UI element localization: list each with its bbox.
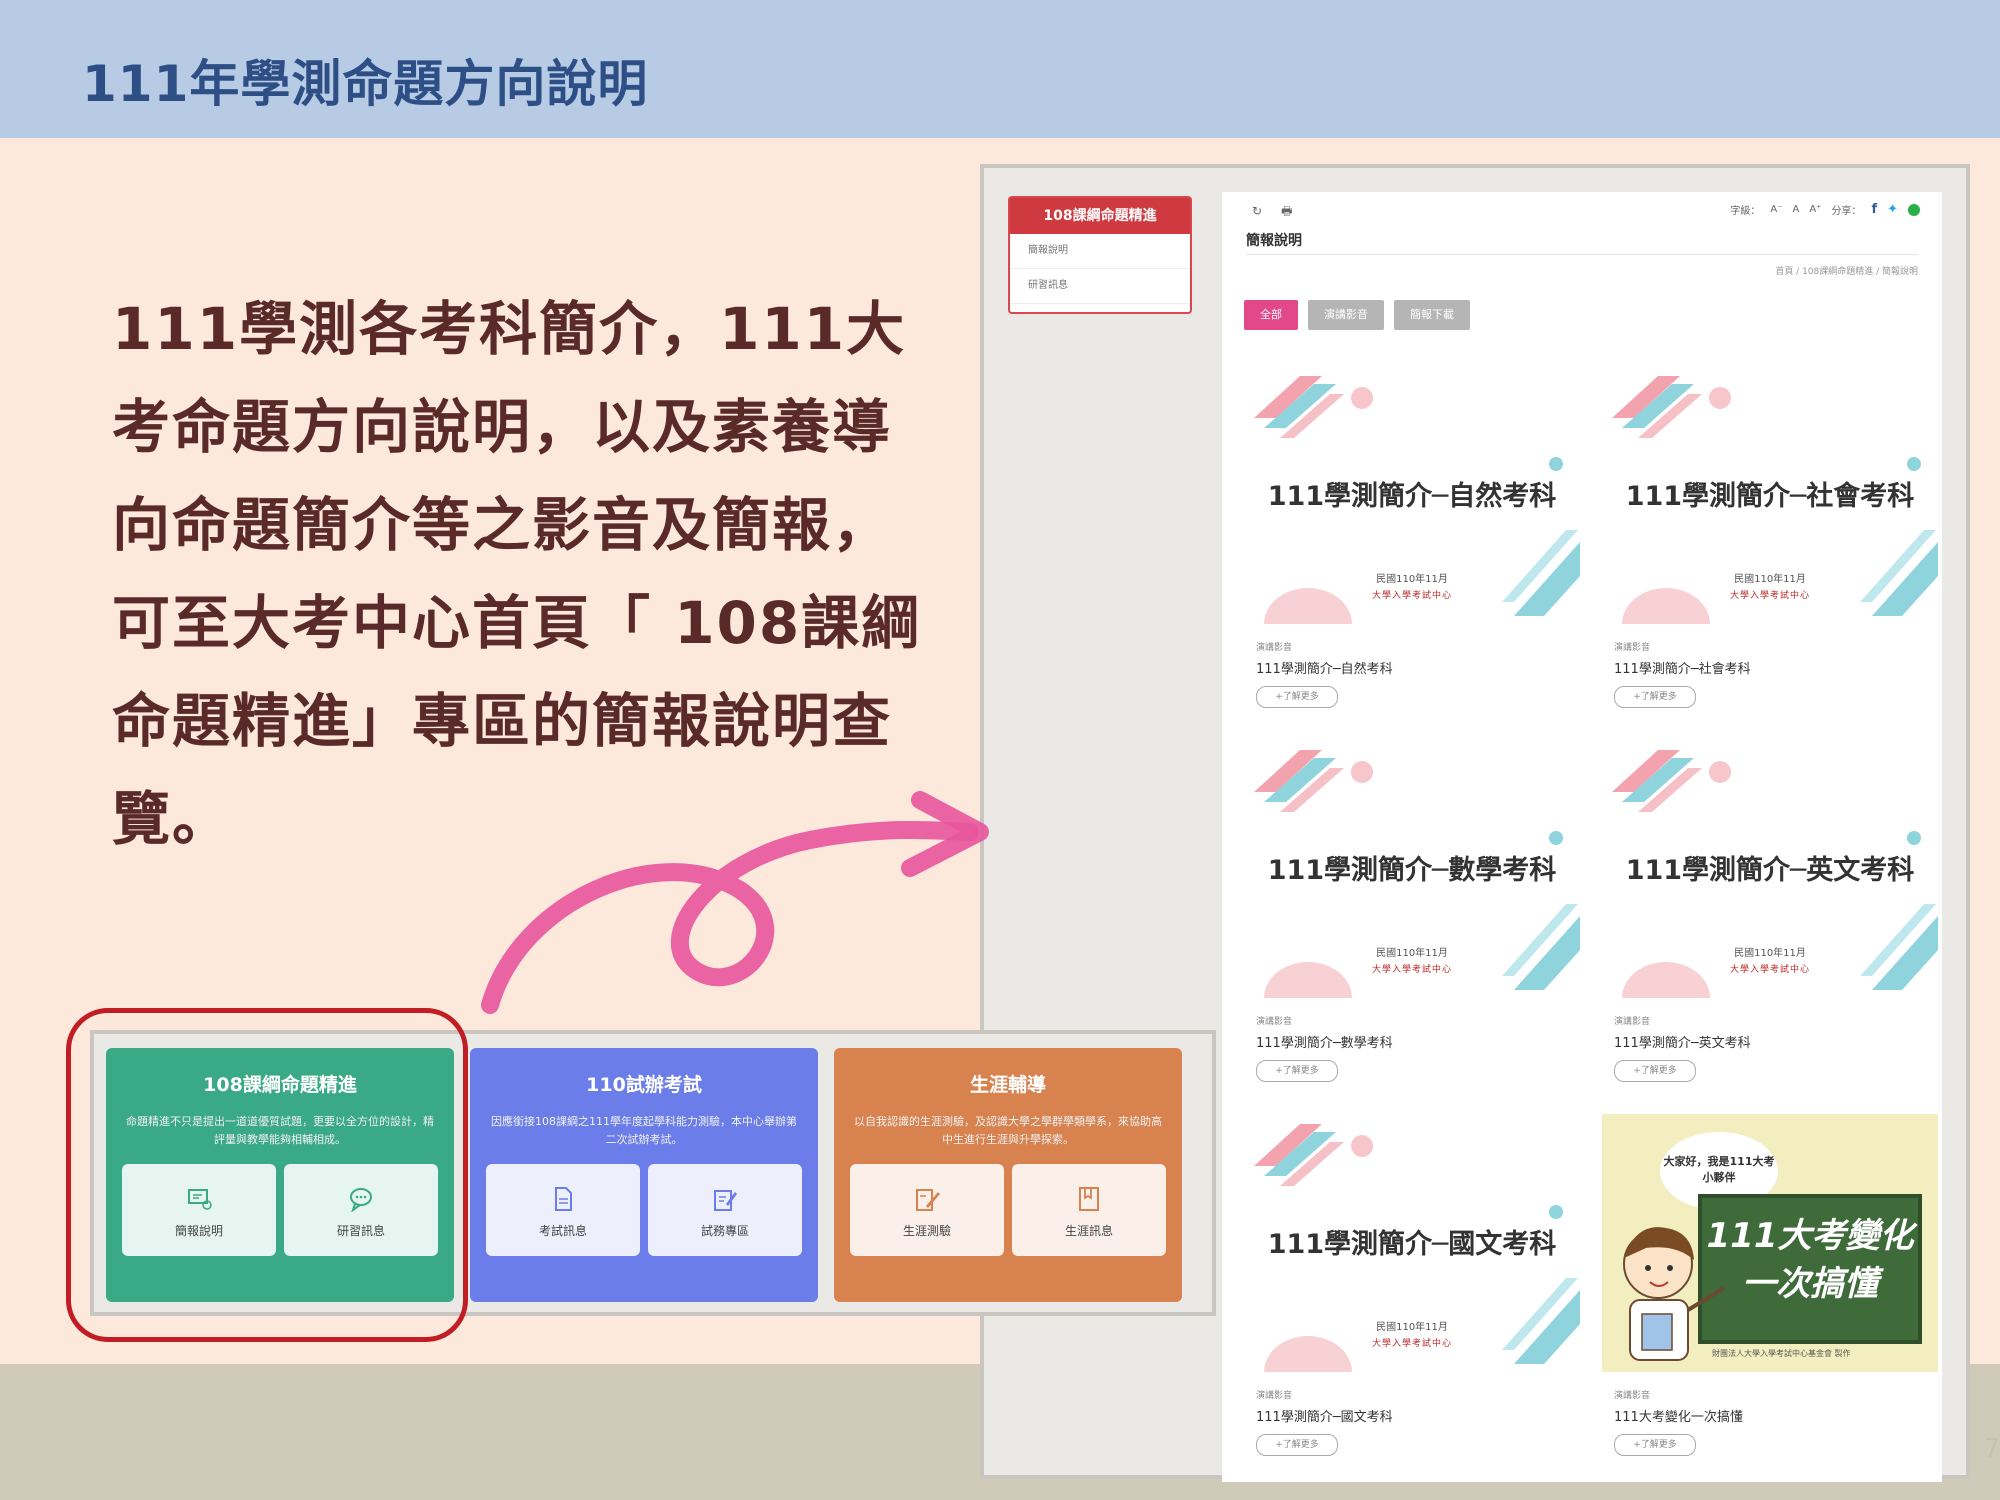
thumbnail-title: 111學測簡介─國文考科 [1267,1229,1557,1260]
thumbnail-date: 民國110年11月 [1376,1322,1448,1333]
filter-all[interactable]: 全部 [1244,300,1298,330]
card-thumbnail[interactable]: 111學測簡介─自然考科 民國110年11月 大學入學考試中心 [1244,366,1580,624]
share-label: 分享： [1831,206,1862,217]
content-card[interactable]: 111學測簡介─數學考科 民國110年11月 大學入學考試中心 演講影音 111… [1244,740,1580,1110]
card-title[interactable]: 111學測簡介─數學考科 [1256,1032,1393,1051]
panel-description: 以自我認識的生涯測驗，及認識大學之學群學類學系，來協助高中生進行生涯與升學探索。 [854,1115,1162,1146]
content-card[interactable]: 111學測簡介─英文考科 民國110年11月 大學入學考試中心 演講影音 111… [1602,740,1938,1110]
thumbnail-logo: 大學入學考試中心 [1729,591,1810,601]
page-number: 7 [1983,1434,2000,1464]
card-title[interactable]: 111學測簡介─社會考科 [1614,658,1751,677]
arrow-icon [481,791,989,1014]
card-category: 演講影音 [1256,1391,1293,1401]
thumbnail-date: 民國110年11月 [1734,948,1806,959]
more-button[interactable]: +了解更多 [1614,1060,1696,1082]
card-title[interactable]: 111學測簡介─國文考科 [1256,1406,1393,1425]
more-button[interactable]: +了解更多 [1614,686,1696,708]
card-title[interactable]: 111學測簡介─自然考科 [1256,658,1393,677]
sidebar: 108課綱命題精進 簡報說明 研習訊息 [1008,196,1192,314]
document-icon [555,1187,572,1211]
card-category: 演講影音 [1256,643,1293,653]
panel-button-label: 生涯測驗 [902,1224,951,1238]
thumbnail-title: 111學測簡介─社會考科 [1625,481,1915,512]
filter-downloads[interactable]: 簡報下載 [1394,300,1470,330]
sidebar-heading[interactable]: 108課綱命題精進 [1010,198,1190,234]
font-larger-button[interactable]: A⁺ [1809,204,1821,215]
panel-button[interactable]: 生涯測驗 [850,1164,1004,1256]
feature-panel: 110試辦考試因應銜接108課綱之111學年度起學科能力測驗，本中心舉辦第二次試… [470,1048,818,1302]
card-category: 演講影音 [1614,643,1651,653]
thumbnail-title: 111學測簡介─英文考科 [1625,855,1915,886]
panel-button-label: 生涯訊息 [1064,1224,1113,1238]
highlight-circle [66,1008,468,1342]
thumbnail-logo: 大學入學考試中心 [1729,965,1810,975]
more-button[interactable]: +了解更多 [1614,1434,1696,1456]
sidebar-item-workshops[interactable]: 研習訊息 [1010,269,1190,304]
card-title[interactable]: 111大考變化一次搞懂 [1614,1406,1743,1425]
card-category: 演講影音 [1614,1391,1651,1401]
font-smaller-button[interactable]: A⁻ [1770,204,1782,215]
filter-videos[interactable]: 演講影音 [1308,300,1384,330]
edit-icon [714,1190,737,1211]
chalkboard: 111大考變化 一次搞懂 [1698,1194,1922,1344]
thumbnail-logo: 大學入學考試中心 [1371,1339,1452,1349]
card-thumbnail[interactable]: 大家好，我是111大考小夥伴 111大考變化 一次搞懂 財團法人大學入學考試中心… [1602,1114,1938,1372]
feature-panel: 生涯輔導以自我認識的生涯測驗，及認識大學之學群學類學系，來協助高中生進行生涯與升… [834,1048,1182,1302]
content-card[interactable]: 111學測簡介─自然考科 民國110年11月 大學入學考試中心 演講影音 111… [1244,366,1580,736]
student-illustration [1623,1227,1726,1361]
thumbnail-date: 民國110年11月 [1734,574,1806,585]
font-normal-button[interactable]: A [1792,204,1799,215]
panel-buttons: 生涯測驗 生涯訊息 [850,1164,1166,1256]
font-size-label: 字級： [1730,206,1761,217]
card-title[interactable]: 111學測簡介─英文考科 [1614,1032,1751,1051]
thumbnail-date: 民國110年11月 [1376,948,1448,959]
page-heading: 簡報說明 [1246,233,1302,249]
panel-button-label: 考試訊息 [538,1224,587,1238]
content-area: ↻ 🖶 字級： A⁻ A A⁺ 分享： f ✦ 簡報說明 首頁 / 108課綱命… [1222,192,1942,1482]
facebook-icon[interactable]: f [1871,202,1877,217]
card-thumbnail[interactable]: 111學測簡介─英文考科 民國110年11月 大學入學考試中心 [1602,740,1938,998]
panel-button[interactable]: 試務專區 [648,1164,802,1256]
book-icon [1079,1187,1099,1211]
toolbar-right: 字級： A⁻ A A⁺ 分享： f ✦ [1730,202,1920,217]
print-icon[interactable]: 🖶 [1281,204,1292,218]
thumbnail-logo: 大學入學考試中心 [1371,591,1452,601]
breadcrumb[interactable]: 首頁 / 108課綱命題精進 / 簡報說明 [1775,264,1918,277]
content-card[interactable]: 111學測簡介─國文考科 民國110年11月 大學入學考試中心 演講影音 111… [1244,1114,1580,1484]
refresh-icon[interactable]: ↻ [1252,204,1262,218]
card-thumbnail[interactable]: 111學測簡介─國文考科 民國110年11月 大學入學考試中心 [1244,1114,1580,1372]
thumbnail-logo: 大學入學考試中心 [1371,965,1452,975]
slide-title: 111年學測命題方向說明 [82,55,649,113]
panel-title[interactable]: 110試辦考試 [470,1070,818,1097]
producer-note: 財團法人大學入學考試中心基金會 製作 [1712,1349,1851,1358]
chalkboard-line-2: 一次搞懂 [1742,1264,1878,1304]
thumbnail-title: 111學測簡介─數學考科 [1267,855,1557,886]
card-thumbnail[interactable]: 111學測簡介─數學考科 民國110年11月 大學入學考試中心 [1244,740,1580,998]
panel-title[interactable]: 生涯輔導 [834,1070,1182,1097]
more-button[interactable]: +了解更多 [1256,686,1338,708]
filter-tabs: 全部 演講影音 簡報下載 [1244,300,1470,330]
more-button[interactable]: +了解更多 [1256,1060,1338,1082]
twitter-icon[interactable]: ✦ [1887,202,1898,217]
sidebar-item-slides[interactable]: 簡報說明 [1010,234,1190,269]
panel-description: 因應銜接108課綱之111學年度起學科能力測驗，本中心舉辦第二次試辦考試。 [491,1115,797,1146]
card-thumbnail[interactable]: 111學測簡介─社會考科 民國110年11月 大學入學考試中心 [1602,366,1938,624]
panel-button[interactable]: 考試訊息 [486,1164,640,1256]
thumbnail-date: 民國110年11月 [1376,574,1448,585]
thumbnail-title: 111學測簡介─自然考科 [1267,481,1557,512]
chalkboard-line-1: 111大考變化 [1706,1216,1914,1256]
panel-button-label: 試務專區 [700,1224,749,1238]
panel-buttons: 考試訊息 試務專區 [486,1164,802,1256]
more-button[interactable]: +了解更多 [1256,1434,1338,1456]
divider [1246,254,1918,255]
card-category: 演講影音 [1256,1017,1293,1027]
toolbar-left: ↻ 🖶 [1252,202,1292,223]
card-special[interactable]: 大家好，我是111大考小夥伴 111大考變化 一次搞懂 財團法人大學入學考試中心… [1602,1114,1938,1484]
card-category: 演講影音 [1614,1017,1651,1027]
line-icon[interactable] [1908,203,1920,216]
panel-button[interactable]: 生涯訊息 [1012,1164,1166,1256]
pen-icon [916,1189,940,1211]
content-card[interactable]: 111學測簡介─社會考科 民國110年11月 大學入學考試中心 演講影音 111… [1602,366,1938,736]
